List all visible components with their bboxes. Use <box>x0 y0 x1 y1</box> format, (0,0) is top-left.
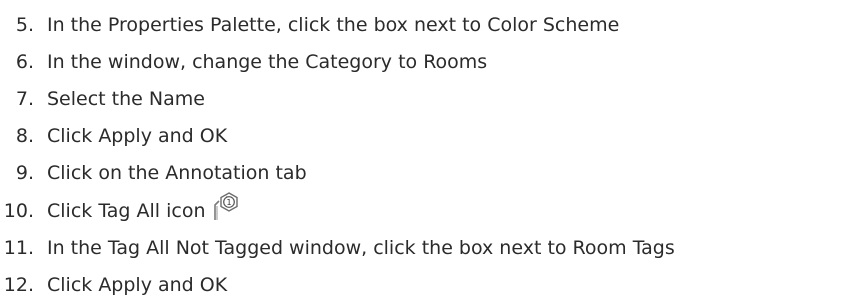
step-7: 7. Select the Name <box>0 80 863 117</box>
instruction-list: 5. In the Properties Palette, click the … <box>0 6 863 304</box>
step-11: 11. In the Tag All Not Tagged window, cl… <box>0 229 863 266</box>
step-text: Click Tag All icon <box>47 199 206 222</box>
step-5: 5. In the Properties Palette, click the … <box>0 6 863 43</box>
step-text: Select the Name <box>47 87 205 110</box>
step-text: Click Apply and OK <box>47 125 228 148</box>
step-number: 12. <box>3 273 34 296</box>
step-6: 6. In the window, change the Category to… <box>0 43 863 80</box>
step-text: Click on the Annotation tab <box>47 162 307 185</box>
step-number: 7. <box>15 87 34 110</box>
tag-all-icon-label: 1 <box>226 198 231 207</box>
step-10: 10. Click Tag All icon 1 <box>0 191 863 229</box>
step-number: 10. <box>3 199 34 222</box>
step-12: 12. Click Apply and OK <box>0 266 863 303</box>
step-text: In the window, change the Category to Ro… <box>47 50 488 73</box>
step-number: 6. <box>15 50 34 73</box>
tag-all-icon: 1 <box>212 191 240 221</box>
step-text: Click Apply and OK <box>47 273 228 296</box>
step-number: 9. <box>15 162 34 185</box>
step-number: 8. <box>15 125 34 148</box>
step-number: 11. <box>3 236 34 259</box>
step-text: In the Tag All Not Tagged window, click … <box>47 236 675 259</box>
step-8: 8. Click Apply and OK <box>0 118 863 155</box>
step-number: 5. <box>15 13 34 36</box>
step-text: In the Properties Palette, click the box… <box>47 13 620 36</box>
step-9: 9. Click on the Annotation tab <box>0 155 863 192</box>
